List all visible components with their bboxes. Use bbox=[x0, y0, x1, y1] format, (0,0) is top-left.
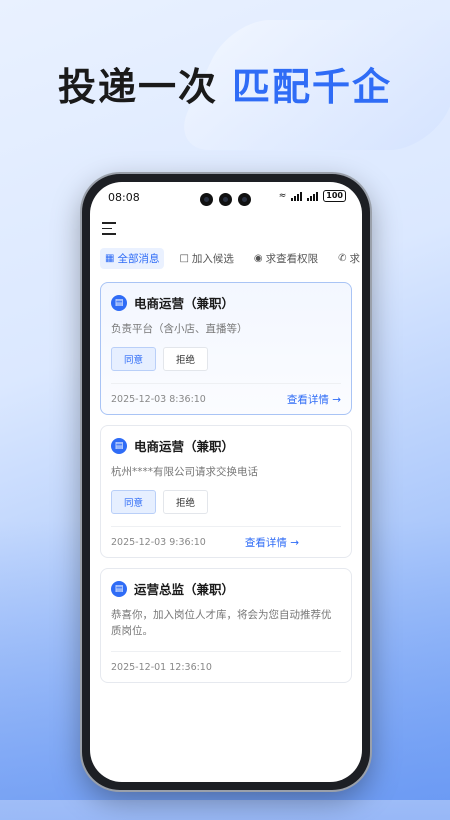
camera-icon bbox=[238, 193, 251, 206]
card-actions: 同意 拒绝 bbox=[111, 490, 341, 514]
status-indicators: ≈ 100 bbox=[279, 190, 346, 202]
headline-main: 投递一次 bbox=[57, 65, 218, 109]
headline-accent: 匹配千企 bbox=[232, 65, 393, 109]
message-tabs: ▦ 全部消息 □ 加入候选 ◉ 求查看权限 ✆ 求 bbox=[90, 246, 362, 270]
camera-icon bbox=[200, 193, 213, 206]
menu-icon[interactable] bbox=[102, 222, 116, 235]
signal-icon bbox=[291, 191, 303, 201]
card-footer: 2025-12-03 8:36:10 查看详情 → bbox=[111, 383, 341, 414]
tab-add-candidate[interactable]: □ 加入候选 bbox=[174, 248, 238, 269]
phone-icon: ✆ bbox=[338, 252, 347, 264]
camera-icon bbox=[219, 193, 232, 206]
job-icon: ▤ bbox=[111, 437, 127, 454]
message-time: 2025-12-01 12:36:10 bbox=[111, 661, 212, 673]
headline: 投递一次 匹配千企 bbox=[0, 56, 450, 111]
job-title: 电商运营（兼职） bbox=[134, 439, 235, 454]
message-desc: 负责平台（含小店、直播等） bbox=[111, 323, 248, 335]
grid-icon: ▦ bbox=[105, 252, 115, 264]
tab-request-view[interactable]: ◉ 求查看权限 bbox=[249, 248, 323, 269]
job-title: 运营总监（兼职） bbox=[134, 582, 235, 597]
card-footer: 2025-12-03 9:36:10 查看详情 → bbox=[111, 526, 341, 557]
eye-icon: ◉ bbox=[253, 252, 263, 264]
status-bar: 08:08 ≈ 100 bbox=[90, 182, 362, 212]
tab-request-phone[interactable]: ✆ 求 bbox=[333, 248, 362, 269]
message-card[interactable]: ▤ 电商运营（兼职） 负责平台（含小店、直播等） 同意 拒绝 2025-12-0… bbox=[100, 282, 352, 415]
battery-icon: 100 bbox=[323, 190, 346, 202]
message-card[interactable]: ▤ 运营总监（兼职） 恭喜你，加入岗位人才库，将会为您自动推荐优质岗位。 202… bbox=[100, 568, 352, 683]
message-list: ▤ 电商运营（兼职） 负责平台（含小店、直播等） 同意 拒绝 2025-12-0… bbox=[90, 270, 362, 683]
message-desc: 杭州****有限公司请求交换电话 bbox=[111, 466, 258, 478]
card-actions: 同意 拒绝 bbox=[111, 347, 341, 371]
message-card[interactable]: ▤ 电商运营（兼职） 杭州****有限公司请求交换电话 同意 拒绝 2025-1… bbox=[100, 425, 352, 558]
message-time: 2025-12-03 8:36:10 bbox=[111, 393, 206, 405]
view-detail-link[interactable]: 查看详情 → bbox=[287, 392, 341, 407]
card-header: ▤ 电商运营（兼职） bbox=[111, 436, 341, 455]
doc-icon: □ bbox=[179, 252, 189, 264]
agree-button[interactable]: 同意 bbox=[111, 347, 157, 371]
signal-icon bbox=[307, 191, 319, 201]
message-time: 2025-12-03 9:36:10 bbox=[111, 536, 206, 548]
tab-all-messages[interactable]: ▦ 全部消息 bbox=[100, 247, 165, 269]
top-bar bbox=[90, 212, 362, 246]
job-title: 电商运营（兼职） bbox=[134, 296, 235, 311]
agree-button[interactable]: 同意 bbox=[111, 490, 157, 514]
tab-label: 加入候选 bbox=[191, 252, 234, 265]
reject-button[interactable]: 拒绝 bbox=[163, 490, 209, 514]
tab-label: 求 bbox=[349, 252, 361, 265]
wifi-icon: ≈ bbox=[278, 191, 287, 201]
camera-cutout bbox=[200, 193, 251, 206]
message-desc: 恭喜你，加入岗位人才库，将会为您自动推荐优质岗位。 bbox=[111, 609, 332, 637]
phone-screen: 08:08 ≈ 100 ▦ 全部消息 □ 加入候选 ◉ 求查看权限 ✆ 求 ▤ … bbox=[90, 182, 362, 782]
card-header: ▤ 运营总监（兼职） bbox=[111, 579, 341, 598]
status-time: 08:08 bbox=[108, 191, 140, 204]
job-icon: ▤ bbox=[111, 294, 127, 311]
phone-frame: 08:08 ≈ 100 ▦ 全部消息 □ 加入候选 ◉ 求查看权限 ✆ 求 ▤ … bbox=[82, 174, 370, 790]
reject-button[interactable]: 拒绝 bbox=[163, 347, 209, 371]
job-icon: ▤ bbox=[111, 580, 127, 597]
view-detail-link[interactable]: 查看详情 → bbox=[245, 535, 299, 550]
tab-label: 求查看权限 bbox=[265, 252, 319, 265]
card-header: ▤ 电商运营（兼职） bbox=[111, 293, 341, 312]
card-footer: 2025-12-01 12:36:10 bbox=[111, 651, 341, 682]
tab-label: 全部消息 bbox=[117, 252, 160, 265]
